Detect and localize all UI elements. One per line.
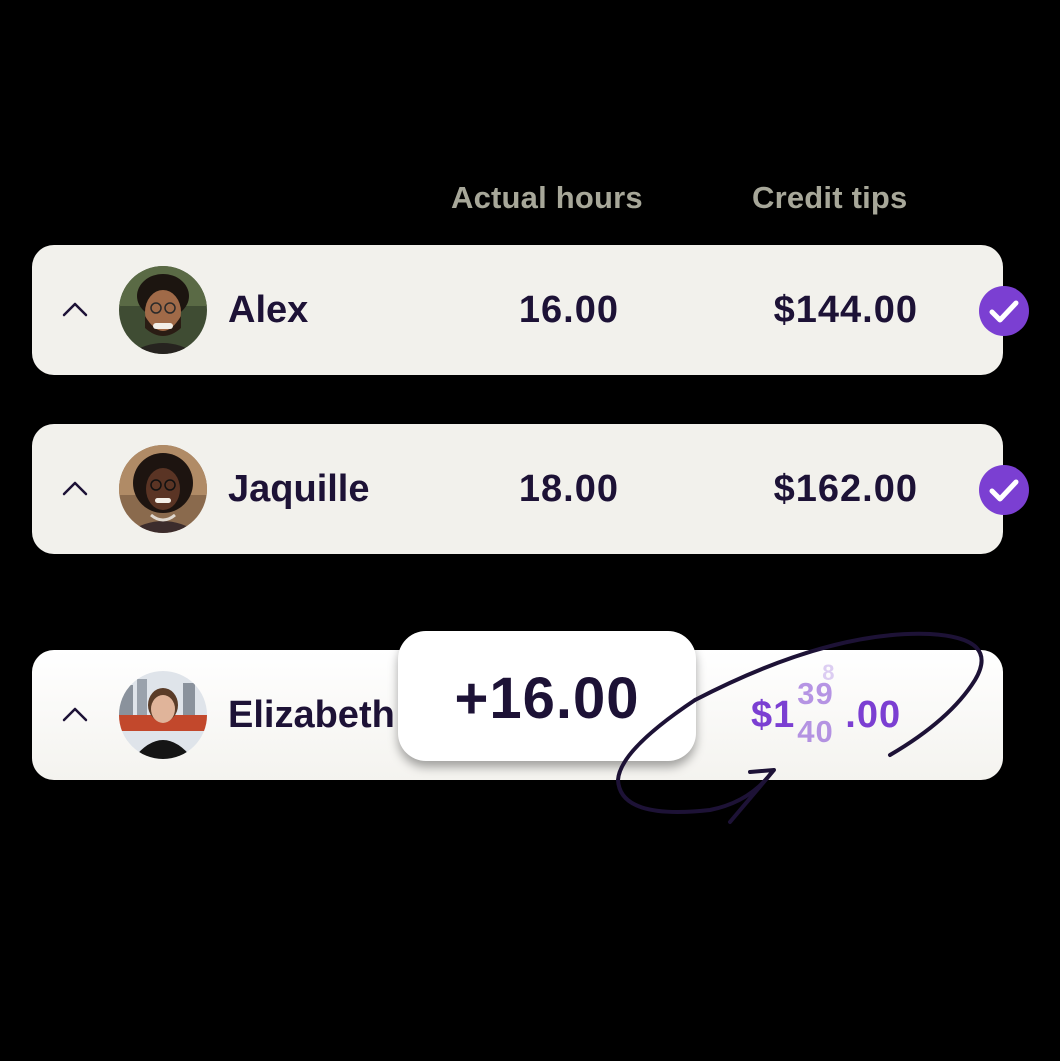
actual-hours-value: 16.00 xyxy=(518,289,619,331)
credit-tips-value: $162.00 xyxy=(773,468,918,510)
hours-delta-bubble: +16.00 xyxy=(398,631,696,761)
rolling-digit-upper: 39 xyxy=(797,676,834,711)
tips-prefix: $1 xyxy=(751,694,796,736)
rolling-digits: 8 39 40 xyxy=(795,660,845,749)
column-header-actual-hours: Actual hours xyxy=(451,180,643,215)
hours-delta-value: +16.00 xyxy=(454,666,640,731)
employee-row-jaquille: Jaquille 18.00 $162.00 xyxy=(32,424,1029,554)
chevron-up-icon[interactable] xyxy=(60,474,90,504)
employee-name: Elizabeth xyxy=(228,694,395,736)
tips-suffix: .00 xyxy=(845,694,902,736)
check-circle-icon xyxy=(979,465,1029,515)
credit-tips-value: $144.00 xyxy=(773,289,918,331)
check-circle-icon xyxy=(979,286,1029,336)
rolling-digit-lower: 40 xyxy=(797,714,834,749)
avatar xyxy=(119,671,207,759)
employee-name: Jaquille xyxy=(228,468,370,510)
chevron-up-icon[interactable] xyxy=(60,295,90,325)
actual-hours-value: 18.00 xyxy=(518,468,619,510)
avatar xyxy=(119,445,207,533)
credit-tips-value-animating: $1 8 39 40 .00 xyxy=(751,660,902,749)
employee-row-alex: Alex 16.00 $144.00 xyxy=(32,245,1029,375)
avatar xyxy=(119,266,207,354)
chevron-up-icon[interactable] xyxy=(60,700,90,730)
column-header-credit-tips: Credit tips xyxy=(752,180,908,215)
employee-name: Alex xyxy=(228,289,309,331)
